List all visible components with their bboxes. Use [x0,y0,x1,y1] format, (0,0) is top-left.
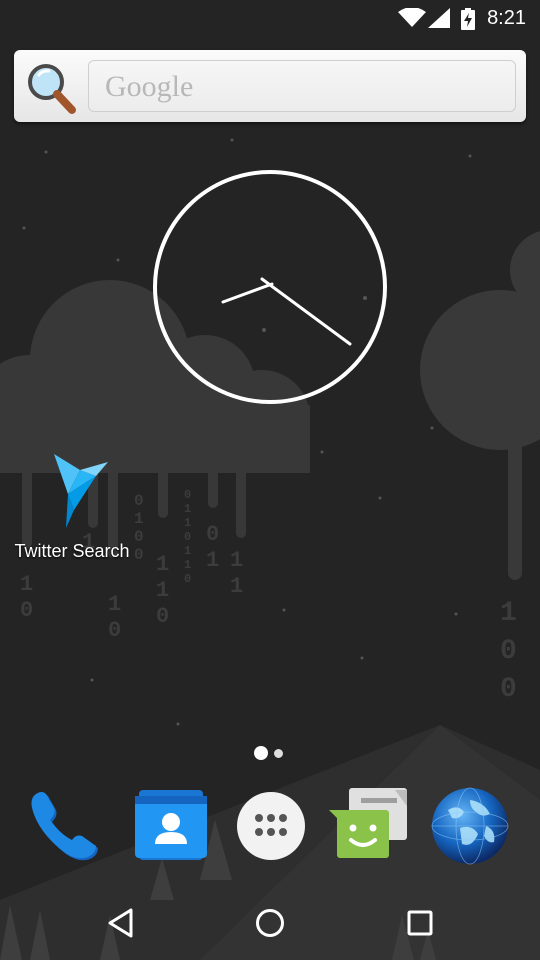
wall-digit: 0 [134,528,144,546]
wall-digit: 1 [184,558,191,572]
page-dot-active [254,746,268,760]
wall-digit: 0 [184,530,191,544]
wall-digit: 0 [500,636,517,667]
cell-signal-icon [428,8,450,28]
wifi-icon [398,8,426,27]
wall-digit: 1 [184,502,191,516]
page-dot [274,749,283,758]
wall-digit: 0 [134,492,144,510]
app-twitter-search[interactable]: Twitter Search [12,450,132,562]
analog-clock-widget[interactable] [150,167,390,407]
status-bar: 8:21 [0,0,540,38]
phone-icon[interactable] [26,786,106,866]
globe-icon[interactable] [430,786,510,866]
wall-digit: 0 [108,618,121,643]
wall-digit: 1 [134,510,144,528]
clock-face [153,170,387,404]
wall-digit: 1 [20,572,33,597]
app-drawer-icon[interactable] [231,786,311,866]
wall-digit: 1 [156,552,169,577]
google-search-widget[interactable]: Google [14,50,526,122]
clock-minute-hand [260,277,352,346]
magnifier-icon[interactable] [24,60,80,116]
recents-icon[interactable] [405,898,435,948]
wall-digit: 0 [206,522,219,547]
wall-digit: 0 [20,598,33,623]
clock-hour-hand [221,282,274,304]
wall-digit: 1 [108,592,121,617]
battery-charging-icon [461,8,475,30]
wall-digit: 1 [156,578,169,603]
messaging-icon[interactable] [329,786,409,866]
home-icon[interactable] [253,898,287,948]
wall-digit: 1 [230,574,243,599]
back-icon[interactable] [106,898,136,948]
wall-digit: 1 [500,598,517,629]
search-input[interactable]: Google [88,60,516,112]
wall-digit: 0 [500,674,517,705]
search-placeholder: Google [105,70,194,103]
twitter-search-bird-icon[interactable] [32,450,112,530]
wall-digit: 0 [184,572,191,586]
wall-digit: 0 [156,604,169,629]
wall-digit: 1 [206,548,219,573]
wall-digit: 1 [230,548,243,573]
contacts-icon[interactable] [131,786,211,866]
wall-digit: 0 [184,488,191,502]
status-time: 8:21 [487,7,526,29]
app-label: Twitter Search [14,541,130,561]
wall-digit: 1 [184,544,191,558]
wall-digit: 1 [184,516,191,530]
wall-digit: 0 [134,546,144,564]
